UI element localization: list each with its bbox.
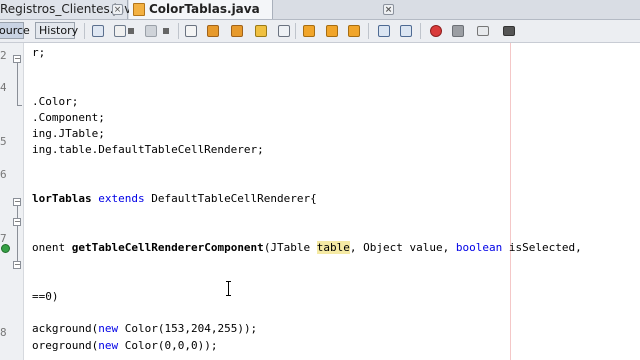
find-next-icon[interactable]: [231, 25, 243, 37]
code-line[interactable]: .Color;: [32, 94, 78, 110]
fold-guide: [17, 105, 22, 106]
editor-tab-bar: Registros_Clientes.java × ColorTablas.ja…: [0, 0, 640, 20]
close-icon[interactable]: ×: [383, 4, 394, 15]
tab-label: ColorTablas.java: [149, 2, 260, 16]
editor-toolbar: ource History: [0, 20, 640, 43]
code-line[interactable]: ackground(new Color(153,204,255));: [32, 321, 257, 337]
line-number: 5: [0, 135, 6, 148]
keyword: extends: [98, 192, 145, 205]
code-line[interactable]: onent getTableCellRendererComponent(JTab…: [32, 240, 582, 256]
fold-toggle-icon[interactable]: −: [13, 261, 21, 269]
chevron-down-icon[interactable]: [163, 28, 169, 34]
text-cursor-icon: [226, 281, 231, 296]
source-button[interactable]: ource: [0, 22, 30, 39]
java-file-icon: [133, 3, 145, 16]
toolbar-separator: [420, 23, 421, 39]
tab-color-tablas[interactable]: ColorTablas.java ×: [129, 0, 394, 19]
comment-icon[interactable]: [477, 26, 489, 36]
stop-macro-icon[interactable]: [452, 25, 464, 37]
code-line[interactable]: ing.table.DefaultTableCellRenderer;: [32, 142, 264, 158]
keyword: boolean: [455, 241, 503, 254]
fold-toggle-icon[interactable]: −: [13, 218, 21, 226]
toolbar-separator: [178, 23, 179, 39]
chevron-down-icon[interactable]: [128, 28, 134, 34]
code-line[interactable]: r;: [32, 45, 45, 61]
last-edit-icon[interactable]: [92, 25, 104, 37]
find-selection-icon[interactable]: [185, 25, 197, 37]
code-line[interactable]: .Component;: [32, 110, 105, 126]
record-macro-icon[interactable]: [430, 25, 442, 37]
code-line[interactable]: ing.JTable;: [32, 126, 105, 142]
toolbar-separator: [368, 23, 369, 39]
keyword: new: [98, 322, 119, 335]
back-icon[interactable]: [114, 25, 126, 37]
highlighted-identifier: table: [316, 241, 350, 254]
forward-icon[interactable]: [145, 25, 157, 37]
toolbar-separator: [295, 23, 296, 39]
history-button[interactable]: History: [35, 22, 78, 39]
line-number: 8: [0, 326, 6, 339]
override-marker-icon[interactable]: [1, 244, 10, 253]
fold-toggle-icon[interactable]: −: [13, 198, 21, 206]
code-line[interactable]: lorTablas extends DefaultTableCellRender…: [32, 191, 317, 207]
close-icon[interactable]: ×: [112, 4, 123, 15]
fold-toggle-icon[interactable]: −: [13, 55, 21, 63]
code-line[interactable]: oreground(new Color(0,0,0));: [32, 338, 217, 354]
right-margin-line: [510, 43, 511, 360]
line-number: 2: [0, 49, 6, 62]
code-line[interactable]: ==0): [32, 289, 59, 305]
toggle-bookmark-icon[interactable]: [348, 25, 360, 37]
next-bookmark-icon[interactable]: [326, 25, 338, 37]
toggle-rectangular-selection-icon[interactable]: [278, 25, 290, 37]
shift-right-icon[interactable]: [400, 25, 412, 37]
shift-left-icon[interactable]: [378, 25, 390, 37]
line-number: 4: [0, 81, 6, 94]
fold-guide: [17, 206, 18, 266]
method-name: getTableCellRendererComponent: [71, 241, 264, 254]
tab-registros-clientes[interactable]: Registros_Clientes.java ×: [0, 0, 139, 19]
find-previous-icon[interactable]: [207, 25, 219, 37]
toggle-highlight-icon[interactable]: [255, 25, 267, 37]
line-number: 6: [0, 168, 6, 181]
previous-bookmark-icon[interactable]: [303, 25, 315, 37]
uncomment-icon[interactable]: [503, 26, 515, 36]
toolbar-separator: [84, 23, 85, 39]
keyword: new: [98, 339, 119, 352]
fold-guide: [17, 63, 18, 105]
